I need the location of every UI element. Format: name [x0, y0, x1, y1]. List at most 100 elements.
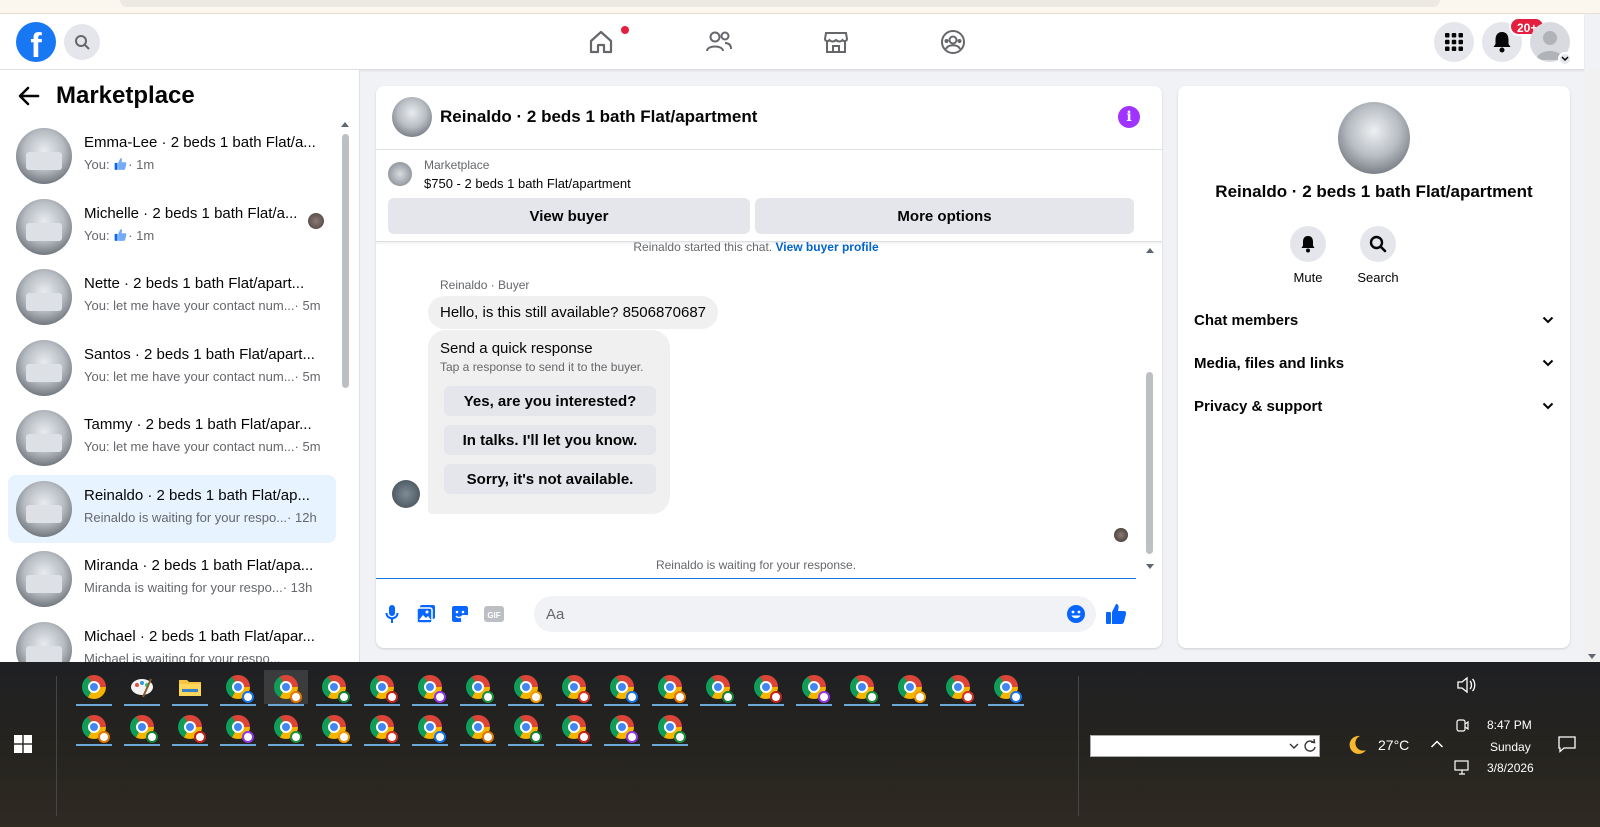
scrollbar-thumb[interactable] [342, 134, 349, 388]
taskbar-chrome-profile[interactable] [408, 670, 452, 706]
taskbar-chrome-profile[interactable] [600, 670, 644, 706]
conversation-item[interactable]: Tammy · 2 beds 1 bath Flat/apar... You: l… [8, 404, 336, 472]
media-files-section[interactable]: Media, files and links [1194, 343, 1554, 383]
view-buyer-button[interactable]: View buyer [388, 198, 750, 234]
send-like-button[interactable] [1104, 602, 1128, 626]
network-icon[interactable] [1454, 760, 1472, 776]
taskbar-app-explorer[interactable] [168, 670, 212, 706]
chat-title[interactable]: Reinaldo · 2 beds 1 bath Flat/apartment [440, 107, 757, 127]
buyer-avatar[interactable] [392, 480, 420, 508]
taskbar-chrome-profile[interactable] [312, 710, 356, 746]
scroll-up-arrow[interactable] [341, 122, 349, 127]
scroll-up-arrow[interactable] [1146, 248, 1154, 253]
taskbar-chrome-profile[interactable] [744, 670, 788, 706]
search-button[interactable] [64, 24, 100, 60]
conversation-item[interactable]: Reinaldo · 2 beds 1 bath Flat/ap... Reina… [8, 474, 336, 543]
conversation-item[interactable]: Michael · 2 beds 1 bath Flat/apar... Mich… [8, 616, 336, 662]
clock-time[interactable]: 8:47 PM [1487, 718, 1532, 732]
taskbar-chrome-profile[interactable] [312, 670, 356, 706]
windows-start-icon[interactable] [14, 735, 32, 753]
gif-button[interactable]: GIF [482, 602, 506, 626]
taskbar-chrome-profile[interactable] [648, 670, 692, 706]
taskbar-chrome-profile[interactable] [360, 710, 404, 746]
taskbar-chrome-profile[interactable] [648, 710, 692, 746]
chevron-up-icon[interactable] [1430, 739, 1444, 749]
taskbar-chrome-profile[interactable] [72, 710, 116, 746]
taskbar-chrome-profile[interactable] [696, 670, 740, 706]
info-icon[interactable]: i [1118, 106, 1140, 128]
taskbar-chrome-profile[interactable] [264, 710, 308, 746]
nav-home[interactable] [585, 26, 617, 58]
search-action[interactable]: Search [1348, 226, 1408, 285]
taskbar-chrome-profile[interactable] [408, 710, 452, 746]
thread-scrollbar[interactable] [1144, 242, 1156, 572]
taskbar-chrome-profile[interactable] [456, 670, 500, 706]
taskbar-app-paint[interactable] [120, 670, 164, 706]
conversation-item[interactable]: Miranda · 2 beds 1 bath Flat/apa... Miran… [8, 545, 336, 613]
nav-groups[interactable] [937, 26, 969, 58]
view-buyer-profile-link[interactable]: View buyer profile [775, 242, 878, 254]
taskbar-chrome-profile[interactable] [216, 710, 260, 746]
taskbar-chrome-profile[interactable] [792, 670, 836, 706]
scroll-down-arrow[interactable] [1146, 564, 1154, 569]
moon-weather-icon[interactable] [1346, 734, 1368, 756]
inbox-scrollbar[interactable] [340, 122, 350, 662]
taskbar-chrome-profile[interactable] [984, 670, 1028, 706]
scrollbar-thumb[interactable] [1146, 372, 1153, 554]
quick-response-option[interactable]: Yes, are you interested? [444, 386, 656, 416]
taskbar-chrome-profile[interactable] [168, 710, 212, 746]
emoji-button[interactable] [1064, 602, 1088, 626]
conversation-time: · 5m [294, 298, 321, 313]
meet-now-icon[interactable] [1454, 718, 1470, 734]
chat-members-section[interactable]: Chat members [1194, 300, 1554, 340]
nav-friends[interactable] [703, 26, 735, 58]
taskbar-address-box[interactable] [1090, 735, 1320, 757]
notification-center-icon[interactable] [1558, 735, 1576, 753]
taskbar-chrome-profile[interactable] [120, 710, 164, 746]
account-chevron[interactable] [1558, 52, 1572, 66]
menu-button[interactable] [1434, 22, 1474, 62]
nav-marketplace[interactable] [820, 26, 852, 58]
volume-icon[interactable] [1456, 676, 1476, 694]
mute-action[interactable]: Mute [1278, 226, 1338, 285]
conversation-item[interactable]: Emma-Lee · 2 beds 1 bath Flat/a... You: ·… [8, 122, 336, 190]
quick-response-option[interactable]: Sorry, it's not available. [444, 464, 656, 494]
taskbar-chrome-profile[interactable] [600, 710, 644, 746]
facebook-logo[interactable]: f [16, 22, 56, 62]
page-scrollbar[interactable] [1584, 70, 1600, 662]
taskbar-chrome-profile[interactable] [504, 670, 548, 706]
sticker-button[interactable] [448, 602, 472, 626]
refresh-icon[interactable] [1303, 739, 1317, 753]
clock-day[interactable]: Sunday [1490, 740, 1531, 754]
voice-clip-button[interactable] [380, 602, 404, 626]
taskbar-chrome-profile[interactable] [264, 670, 308, 706]
taskbar-chrome-profile[interactable] [72, 670, 116, 706]
clock-date[interactable]: 3/8/2026 [1487, 761, 1534, 775]
taskbar-chrome-profile[interactable] [216, 670, 260, 706]
taskbar-chrome-profile[interactable] [360, 670, 404, 706]
conversation-item[interactable]: Santos · 2 beds 1 bath Flat/apart... You:… [8, 334, 336, 402]
browser-address-bar[interactable] [120, 0, 1440, 7]
temperature-label[interactable]: 27°C [1378, 737, 1409, 753]
quick-response-option[interactable]: In talks. I'll let you know. [444, 425, 656, 455]
taskbar-chrome-profile[interactable] [888, 670, 932, 706]
details-avatar[interactable] [1338, 102, 1410, 174]
taskbar-chrome-profile[interactable] [552, 710, 596, 746]
taskbar-chrome-profile[interactable] [840, 670, 884, 706]
incoming-message[interactable]: Hello, is this still available? 85068706… [428, 296, 719, 329]
message-input[interactable] [534, 596, 1096, 632]
chevron-down-icon[interactable] [1289, 742, 1299, 750]
attach-photo-button[interactable] [414, 602, 438, 626]
home-notification-dot [621, 26, 629, 34]
more-options-button[interactable]: More options [755, 198, 1134, 234]
conversation-item[interactable]: Nette · 2 beds 1 bath Flat/apart... You: … [8, 263, 336, 331]
taskbar-chrome-profile[interactable] [936, 670, 980, 706]
scroll-down-arrow[interactable] [1588, 654, 1596, 659]
back-arrow-icon[interactable] [18, 86, 40, 106]
taskbar-chrome-profile[interactable] [456, 710, 500, 746]
chat-avatar[interactable] [392, 97, 432, 137]
conversation-item[interactable]: Michelle · 2 beds 1 bath Flat/a... You: ·… [8, 193, 336, 261]
taskbar-chrome-profile[interactable] [504, 710, 548, 746]
privacy-support-section[interactable]: Privacy & support [1194, 386, 1554, 426]
taskbar-chrome-profile[interactable] [552, 670, 596, 706]
